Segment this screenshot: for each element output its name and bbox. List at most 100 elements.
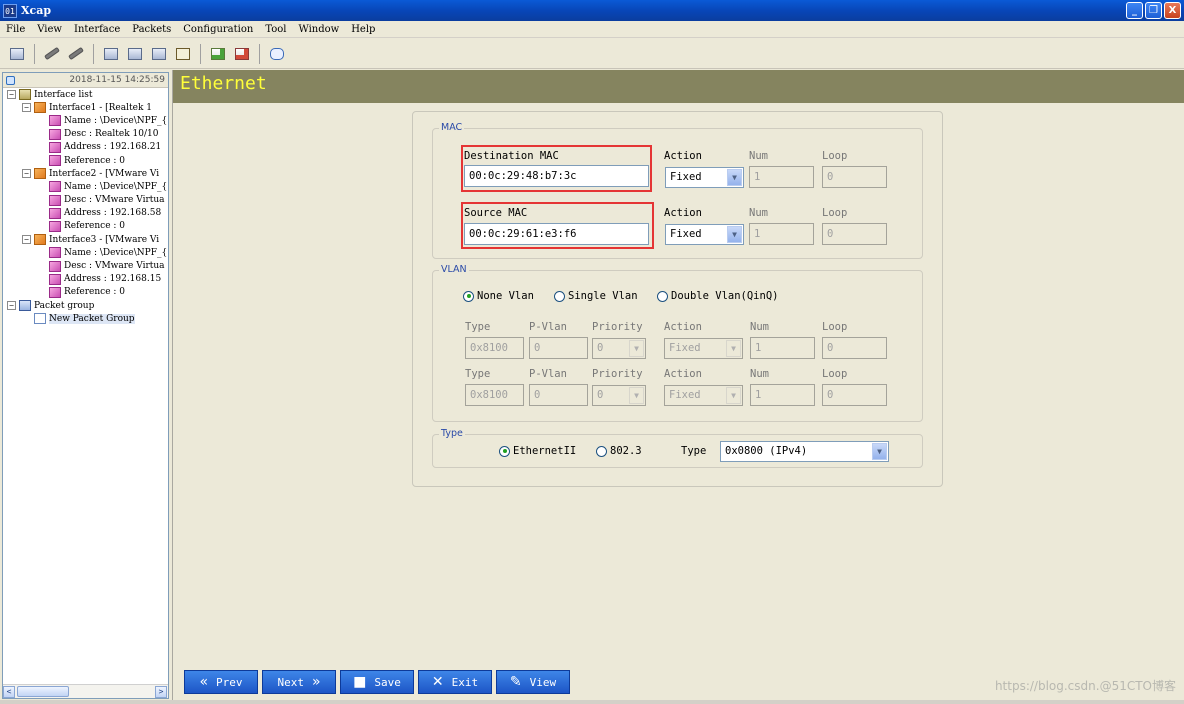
chevron-down-icon: ▼ bbox=[726, 340, 741, 357]
refresh-icon[interactable] bbox=[6, 75, 15, 85]
radio-none-vlan[interactable]: None Vlan bbox=[463, 290, 534, 302]
toolbar bbox=[0, 39, 1184, 69]
dest-mac-input[interactable]: 00:0c:29:48:b7:3c bbox=[464, 165, 649, 187]
tree-item[interactable]: Address : 192.168.21 bbox=[3, 141, 168, 154]
tree-item[interactable]: Address : 192.168.58 bbox=[3, 207, 168, 220]
tree-item[interactable]: − Interface2 - [VMware Vi bbox=[3, 167, 168, 180]
tree-item[interactable]: Reference : 0 bbox=[3, 220, 168, 233]
stats-button[interactable] bbox=[100, 43, 122, 65]
radio-8023-label: 802.3 bbox=[610, 445, 642, 457]
prev-button[interactable]: « Prev bbox=[184, 670, 258, 694]
next-label: Next bbox=[277, 675, 304, 689]
vlan2-num-input[interactable]: 1 bbox=[750, 384, 815, 406]
collapse-icon[interactable]: − bbox=[7, 301, 16, 311]
stats-alt-button[interactable] bbox=[124, 43, 146, 65]
tree-item[interactable]: − Interface3 - [VMware Vi bbox=[3, 233, 168, 246]
src-num-input[interactable]: 1 bbox=[749, 223, 814, 245]
dest-loop-input[interactable]: 0 bbox=[822, 166, 887, 188]
menu-window[interactable]: Window bbox=[296, 24, 341, 35]
scroll-right-icon[interactable]: > bbox=[155, 685, 167, 698]
app-icon: 01 bbox=[3, 3, 17, 18]
view-button[interactable]: ✎ View bbox=[496, 670, 570, 694]
next-button[interactable]: Next » bbox=[262, 670, 336, 694]
menu-file[interactable]: File bbox=[4, 24, 27, 35]
radio-8023[interactable]: 802.3 bbox=[596, 445, 642, 457]
minimize-button[interactable]: _ bbox=[1126, 2, 1143, 19]
dest-action-value: Fixed bbox=[670, 171, 702, 183]
src-mac-input[interactable]: 00:0c:29:61:e3:f6 bbox=[464, 223, 649, 245]
close-button[interactable]: X bbox=[1164, 2, 1181, 19]
collapse-icon[interactable]: − bbox=[7, 90, 16, 100]
src-action-select[interactable]: Fixed ▼ bbox=[665, 224, 744, 245]
collapse-icon[interactable]: − bbox=[22, 103, 31, 113]
vlan-priority-header: Priority bbox=[592, 321, 643, 333]
radio-ethernet2[interactable]: EthernetII bbox=[499, 445, 576, 457]
tree-item[interactable]: Reference : 0 bbox=[3, 286, 168, 299]
tree-item[interactable]: Name : \Device\NPF_{ bbox=[3, 180, 168, 193]
plug-dropdown-icon bbox=[68, 46, 84, 61]
save-button[interactable]: ■ Save bbox=[340, 670, 414, 694]
tree-item[interactable]: Name : \Device\NPF_{ bbox=[3, 114, 168, 127]
vlan2-pvlan-input[interactable]: 0 bbox=[529, 384, 588, 406]
tree-item[interactable]: Reference : 0 bbox=[3, 154, 168, 167]
restore-button[interactable]: ❐ bbox=[1145, 2, 1162, 19]
doc-red-icon bbox=[235, 47, 249, 60]
dest-action-select[interactable]: Fixed ▼ bbox=[665, 167, 744, 188]
tree-item-label: Desc : VMware Virtua bbox=[64, 261, 165, 272]
new-green-button[interactable] bbox=[207, 43, 229, 65]
vlan-num-header: Num bbox=[750, 321, 769, 333]
vlan1-priority-select[interactable]: 0 ▼ bbox=[592, 338, 646, 359]
vlan1-num-input[interactable]: 1 bbox=[750, 337, 815, 359]
menu-configuration[interactable]: Configuration bbox=[181, 24, 255, 35]
vlan2-action-header: Action bbox=[664, 368, 702, 380]
mac-legend: MAC bbox=[439, 122, 465, 133]
collapse-icon[interactable]: − bbox=[22, 235, 31, 245]
connect-button[interactable] bbox=[41, 43, 63, 65]
new-red-button[interactable] bbox=[231, 43, 253, 65]
disconnect-button[interactable] bbox=[65, 43, 87, 65]
interface-tree: − Interface list − Interface1 - [Realtek 1N… bbox=[3, 88, 168, 325]
tree-item[interactable]: Desc : VMware Virtua bbox=[3, 194, 168, 207]
vlan2-action-select[interactable]: Fixed ▼ bbox=[664, 385, 743, 406]
tree-item[interactable]: − Interface list bbox=[3, 88, 168, 101]
menu-help[interactable]: Help bbox=[349, 24, 377, 35]
tree-item[interactable]: Address : 192.168.15 bbox=[3, 273, 168, 286]
radio-double-vlan[interactable]: Double Vlan(QinQ) bbox=[657, 290, 778, 302]
tree-item[interactable]: Desc : Realtek 10/10 bbox=[3, 128, 168, 141]
collapse-icon[interactable]: − bbox=[22, 169, 31, 179]
menu-view[interactable]: View bbox=[35, 24, 64, 35]
vlan2-type-input[interactable]: 0x8100 bbox=[465, 384, 524, 406]
vlan1-type-input[interactable]: 0x8100 bbox=[465, 337, 524, 359]
group-icon bbox=[19, 300, 31, 312]
ethertype-select[interactable]: 0x0800 (IPv4) ▼ bbox=[720, 441, 889, 462]
vlan1-pvlan-input[interactable]: 0 bbox=[529, 337, 588, 359]
vlan1-action-select[interactable]: Fixed ▼ bbox=[664, 338, 743, 359]
vlan2-loop-input[interactable]: 0 bbox=[822, 384, 887, 406]
menu-interface[interactable]: Interface bbox=[72, 24, 122, 35]
tree-item[interactable]: − Interface1 - [Realtek 1 bbox=[3, 101, 168, 114]
exit-button[interactable]: ✕ Exit bbox=[418, 670, 492, 694]
vlan2-priority-select[interactable]: 0 ▼ bbox=[592, 385, 646, 406]
scroll-left-icon[interactable]: < bbox=[3, 685, 15, 698]
src-loop-input[interactable]: 0 bbox=[822, 223, 887, 245]
horizontal-scrollbar[interactable]: < > bbox=[3, 684, 168, 698]
tree-item[interactable]: New Packet Group bbox=[3, 312, 168, 325]
exit-label: Exit bbox=[451, 675, 479, 689]
vlan1-loop-input[interactable]: 0 bbox=[822, 337, 887, 359]
export-button[interactable] bbox=[148, 43, 170, 65]
menu-tool[interactable]: Tool bbox=[263, 24, 288, 35]
tree-item[interactable]: Name : \Device\NPF_{ bbox=[3, 246, 168, 259]
window-icon-button[interactable] bbox=[6, 43, 28, 65]
prop-icon bbox=[49, 273, 61, 285]
mac-group: MAC Destination MAC 00:0c:29:48:b7:3c Ac… bbox=[432, 122, 923, 259]
double-left-arrow-icon: « bbox=[199, 674, 209, 690]
chat-button[interactable] bbox=[266, 43, 288, 65]
radio-single-vlan[interactable]: Single Vlan bbox=[554, 290, 638, 302]
tree-item[interactable]: Desc : VMware Virtua bbox=[3, 259, 168, 272]
dest-num-input[interactable]: 1 bbox=[749, 166, 814, 188]
tree-item[interactable]: − Packet group bbox=[3, 299, 168, 312]
vlan-legend: VLAN bbox=[439, 264, 469, 275]
menu-packets[interactable]: Packets bbox=[130, 24, 173, 35]
scrollbar-thumb[interactable] bbox=[17, 686, 69, 697]
book-button[interactable] bbox=[172, 43, 194, 65]
